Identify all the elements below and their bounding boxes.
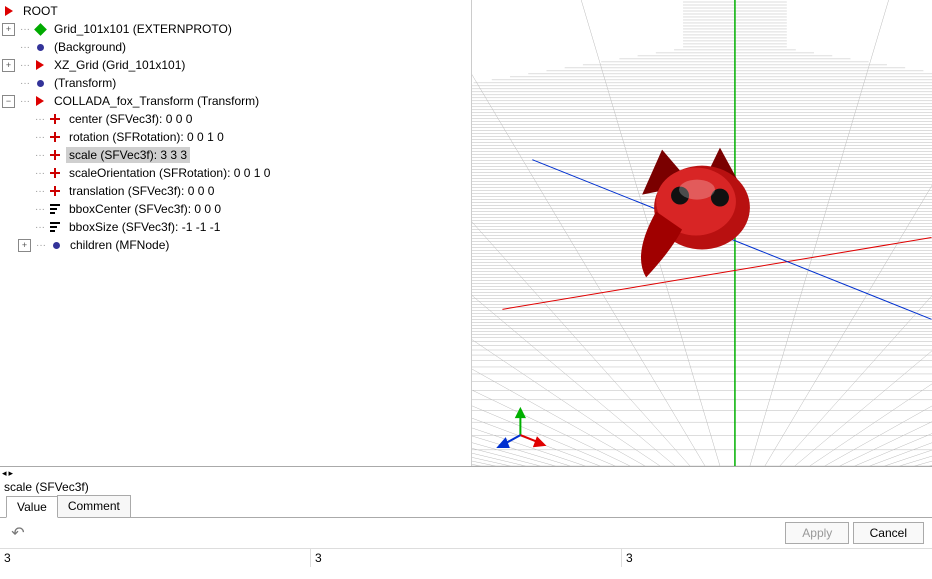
- property-tabs: Value Comment: [0, 495, 932, 518]
- field-children[interactable]: + ··· children (MFNode): [0, 236, 471, 254]
- vec3f-icon: [50, 186, 60, 196]
- tree-node-transform[interactable]: ··· (Transform): [0, 74, 471, 92]
- tree-guide: ···: [32, 168, 48, 179]
- collapse-icon[interactable]: −: [2, 95, 15, 108]
- axis-gizmo: [498, 409, 544, 447]
- tree-node-collada-fox[interactable]: − ··· COLLADA_fox_Transform (Transform): [0, 92, 471, 110]
- field-translation[interactable]: ··· translation (SFVec3f): 0 0 0: [0, 182, 471, 200]
- field-label: scaleOrientation (SFRotation): 0 0 1 0: [66, 165, 273, 181]
- field-scale-orientation[interactable]: ··· scaleOrientation (SFRotation): 0 0 1…: [0, 164, 471, 182]
- tab-comment[interactable]: Comment: [57, 495, 131, 517]
- field-label: center (SFVec3f): 0 0 0: [66, 111, 195, 127]
- field-icon: [50, 204, 60, 214]
- field-label: rotation (SFRotation): 0 0 1 0: [66, 129, 227, 145]
- field-label: translation (SFVec3f): 0 0 0: [66, 183, 217, 199]
- cancel-button[interactable]: Cancel: [853, 522, 924, 544]
- tree-guide: ···: [17, 96, 33, 107]
- vec3f-icon: [50, 150, 60, 160]
- field-rotation[interactable]: ··· rotation (SFRotation): 0 0 1 0: [0, 128, 471, 146]
- node-icon: [5, 6, 13, 16]
- value-y-input[interactable]: 3: [311, 549, 622, 567]
- node-label: (Transform): [51, 75, 119, 91]
- field-center[interactable]: ··· center (SFVec3f): 0 0 0: [0, 110, 471, 128]
- rotation-icon: [50, 168, 60, 178]
- node-label: (Background): [51, 39, 129, 55]
- tree-node-root[interactable]: ROOT: [0, 2, 471, 20]
- node-label: XZ_Grid (Grid_101x101): [51, 57, 188, 73]
- tree-node-xz-grid[interactable]: + ··· XZ_Grid (Grid_101x101): [0, 56, 471, 74]
- tree-guide: ···: [17, 78, 33, 89]
- arrow-left-icon: ◂: [2, 468, 7, 479]
- spacer: [2, 77, 15, 90]
- tree-guide: ···: [17, 42, 33, 53]
- value-z-input[interactable]: 3: [622, 549, 932, 567]
- tab-value[interactable]: Value: [6, 496, 58, 518]
- field-scale[interactable]: ··· scale (SFVec3f): 3 3 3: [0, 146, 471, 164]
- apply-button[interactable]: Apply: [785, 522, 849, 544]
- expand-icon[interactable]: +: [2, 59, 15, 72]
- field-bbox-size[interactable]: ··· bboxSize (SFVec3f): -1 -1 -1: [0, 218, 471, 236]
- field-bbox-center[interactable]: ··· bboxCenter (SFVec3f): 0 0 0: [0, 200, 471, 218]
- scene-tree[interactable]: ROOT + ··· Grid_101x101 (EXTERNPROTO) ··…: [0, 0, 472, 466]
- tree-guide: ···: [32, 204, 48, 215]
- node-label: COLLADA_fox_Transform (Transform): [51, 93, 262, 109]
- tree-guide: ···: [32, 132, 48, 143]
- tree-guide: ···: [32, 186, 48, 197]
- expand-icon[interactable]: +: [2, 23, 15, 36]
- node-icon: [36, 60, 44, 70]
- tree-guide: ···: [17, 60, 33, 71]
- splitter-handle[interactable]: ◂ ▸: [0, 467, 932, 479]
- field-label: scale (SFVec3f): 3 3 3: [66, 147, 190, 163]
- tree-guide: ···: [32, 222, 48, 233]
- expand-icon[interactable]: +: [18, 239, 31, 252]
- node-dot-icon: [37, 80, 44, 87]
- field-label: bboxCenter (SFVec3f): 0 0 0: [66, 201, 224, 217]
- field-label: bboxSize (SFVec3f): -1 -1 -1: [66, 219, 223, 235]
- spacer: [2, 41, 15, 54]
- property-title: scale (SFVec3f): [0, 479, 932, 495]
- value-x-input[interactable]: 3: [0, 549, 311, 567]
- node-dot-icon: [37, 44, 44, 51]
- proto-icon: [34, 23, 47, 36]
- vec3f-icon: [50, 114, 60, 124]
- tree-node-grid-proto[interactable]: + ··· Grid_101x101 (EXTERNPROTO): [0, 20, 471, 38]
- tree-guide: ···: [17, 24, 33, 35]
- node-label: ROOT: [20, 3, 61, 19]
- tree-node-background[interactable]: ··· (Background): [0, 38, 471, 56]
- field-icon: [50, 222, 60, 232]
- tree-guide: ···: [33, 240, 49, 251]
- tree-guide: ···: [32, 114, 48, 125]
- undo-button[interactable]: ↶: [8, 523, 28, 543]
- node-dot-icon: [53, 242, 60, 249]
- node-icon: [36, 96, 44, 106]
- node-label: Grid_101x101 (EXTERNPROTO): [51, 21, 235, 37]
- tree-guide: ···: [32, 150, 48, 161]
- 3d-viewport[interactable]: [472, 0, 932, 466]
- value-editor: 3 3 3: [0, 548, 932, 567]
- arrow-right-icon: ▸: [9, 468, 14, 479]
- viewport-canvas: [472, 0, 932, 466]
- rotation-icon: [50, 132, 60, 142]
- field-label: children (MFNode): [67, 237, 172, 253]
- fox-model: [641, 148, 750, 278]
